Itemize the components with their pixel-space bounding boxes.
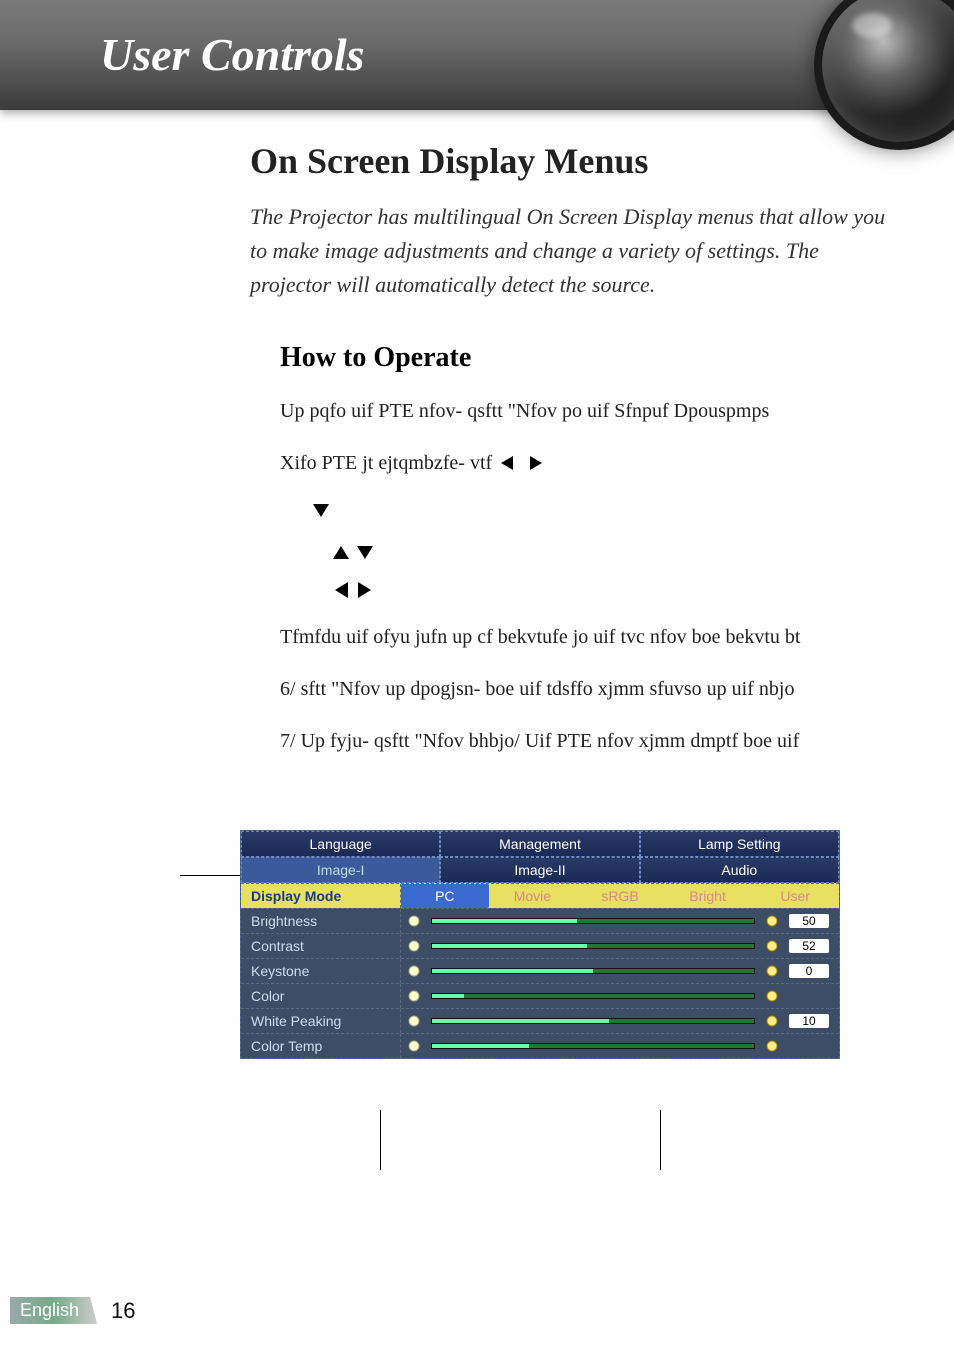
section-heading: On Screen Display Menus [250, 140, 894, 182]
arrow-group-icon [330, 538, 894, 614]
header-title: User Controls [0, 0, 954, 81]
callout-line-left [180, 875, 240, 876]
osd-tab-row-1: LanguageManagementLamp Setting [241, 831, 839, 857]
slider-value: 0 [789, 964, 829, 978]
step-2-text: Xifo PTE jt ejtqmbzfe- vtf [280, 452, 492, 474]
arrow-left-icon [497, 452, 524, 474]
footer-page-number: 16 [111, 1298, 135, 1324]
osd-row[interactable]: Display ModePCMoviesRGBBrightUser [241, 883, 839, 908]
osd-tab[interactable]: Image-I [241, 857, 440, 883]
page-content: On Screen Display Menus The Projector ha… [0, 110, 954, 1059]
osd-row[interactable]: Keystone 0 [241, 958, 839, 983]
osd-tab[interactable]: Image-II [440, 857, 639, 883]
arrow-down-icon [310, 496, 894, 534]
osd-mode-option[interactable]: Bright [664, 884, 752, 908]
steps-list: Up pqfo uif PTE nfov- qsftt "Nfov po uif… [280, 392, 894, 760]
slider-right-icon [763, 1014, 781, 1028]
slider-track[interactable] [431, 993, 755, 999]
slider-track[interactable] [431, 1018, 755, 1024]
slider-value: 52 [789, 939, 829, 953]
osd-preview: LanguageManagementLamp Setting Image-IIm… [220, 830, 894, 1059]
osd-tab[interactable]: Lamp Setting [640, 831, 839, 857]
slider-left-icon [405, 914, 423, 928]
slider-value: 50 [789, 914, 829, 928]
osd-mode-option[interactable]: PC [401, 884, 489, 908]
osd-row-label: Contrast [241, 934, 401, 958]
osd-body: Display ModePCMoviesRGBBrightUserBrightn… [241, 883, 839, 1058]
osd-row[interactable]: Color Temp [241, 1033, 839, 1058]
slider-left-icon [405, 1014, 423, 1028]
osd-tab-row-2: Image-IImage-IIAudio [241, 857, 839, 883]
step-5-text: sftt "Nfov up dpogjsn- boe uif tdsffo xj… [301, 678, 795, 700]
osd-row[interactable]: Contrast 52 [241, 933, 839, 958]
callout-line-bottom-1 [380, 1110, 381, 1170]
osd-slider[interactable]: 10 [401, 1012, 839, 1030]
step-6: 7/ Up fyju- qsftt "Nfov bhbjo/ Uif PTE n… [280, 722, 894, 760]
step-6-num: 7/ [280, 730, 296, 752]
slider-right-icon [763, 939, 781, 953]
osd-tab[interactable]: Management [440, 831, 639, 857]
page-header: User Controls [0, 0, 954, 110]
step-4: Tfmfdu uif ofyu jufn up cf bekvtufe jo u… [280, 618, 894, 656]
subsection-heading: How to Operate [280, 342, 894, 374]
osd-row-label: White Peaking [241, 1009, 401, 1033]
osd-row-label: Color Temp [241, 1034, 401, 1058]
osd-menu: LanguageManagementLamp Setting Image-IIm… [240, 830, 840, 1059]
callout-line-bottom-2 [660, 1110, 661, 1170]
osd-row-label: Display Mode [241, 884, 401, 908]
step-5: 6/ sftt "Nfov up dpogjsn- boe uif tdsffo… [280, 670, 894, 708]
arrow-right-icon [524, 452, 546, 474]
osd-mode-list: PCMoviesRGBBrightUser [401, 884, 839, 908]
slider-value: 10 [789, 1014, 829, 1028]
osd-row[interactable]: Brightness 50 [241, 908, 839, 933]
slider-right-icon [763, 914, 781, 928]
osd-tab[interactable]: Language [241, 831, 440, 857]
osd-slider[interactable]: 0 [401, 962, 839, 980]
slider-left-icon [405, 964, 423, 978]
osd-slider[interactable]: 50 [401, 912, 839, 930]
osd-mode-option[interactable]: sRGB [576, 884, 664, 908]
slider-track[interactable] [431, 943, 755, 949]
page-footer: English 16 [10, 1297, 136, 1324]
slider-track[interactable] [431, 968, 755, 974]
osd-row[interactable]: Color [241, 983, 839, 1008]
slider-left-icon [405, 939, 423, 953]
slider-track[interactable] [431, 918, 755, 924]
osd-slider[interactable] [401, 987, 839, 1005]
osd-row-label: Keystone [241, 959, 401, 983]
osd-mode-option[interactable]: Movie [489, 884, 577, 908]
slider-left-icon [405, 1039, 423, 1053]
step-2: Xifo PTE jt ejtqmbzfe- vtf [280, 444, 894, 482]
osd-row[interactable]: White Peaking 10 [241, 1008, 839, 1033]
footer-language: English [10, 1297, 97, 1324]
osd-row-label: Brightness [241, 909, 401, 933]
osd-row-label: Color [241, 984, 401, 1008]
step-1: Up pqfo uif PTE nfov- qsftt "Nfov po uif… [280, 392, 894, 430]
osd-mode-option[interactable]: User [751, 884, 839, 908]
slider-left-icon [405, 989, 423, 1003]
slider-right-icon [763, 989, 781, 1003]
slider-right-icon [763, 964, 781, 978]
step-5-num: 6/ [280, 678, 296, 700]
osd-tab[interactable]: Audio [640, 857, 839, 883]
slider-track[interactable] [431, 1043, 755, 1049]
slider-right-icon [763, 1039, 781, 1053]
section-intro: The Projector has multilingual On Screen… [250, 200, 894, 302]
osd-slider[interactable]: 52 [401, 937, 839, 955]
osd-slider[interactable] [401, 1037, 839, 1055]
step-6-text: Up fyju- qsftt "Nfov bhbjo/ Uif PTE nfov… [301, 730, 800, 752]
